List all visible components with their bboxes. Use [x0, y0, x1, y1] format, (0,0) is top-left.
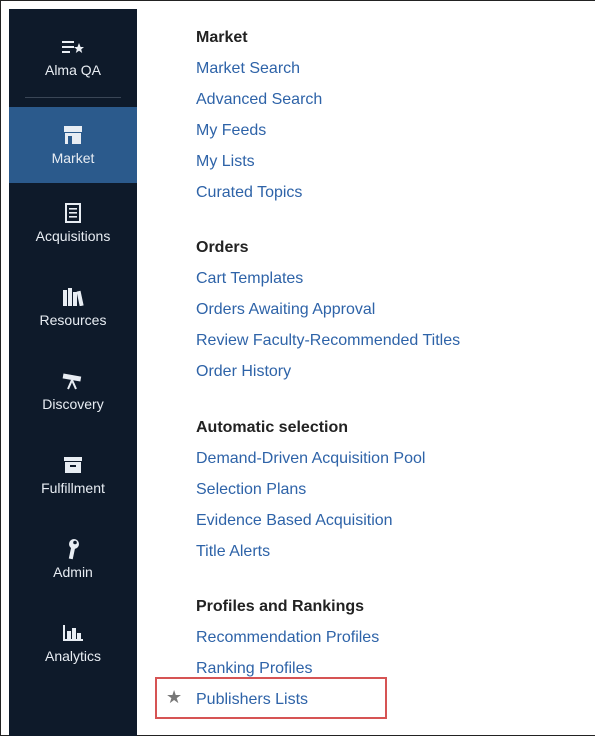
link-ranking-profiles[interactable]: Ranking Profiles [196, 660, 313, 678]
store-icon [63, 124, 83, 146]
section-title-automatic-selection: Automatic selection [196, 419, 349, 436]
main-sidebar: Alma QA Market Acquisitions Resources Di… [9, 9, 137, 736]
wrench-icon [66, 538, 80, 560]
app-name: Alma QA [44, 62, 101, 78]
sidebar-item-label: Admin [53, 564, 93, 580]
archive-box-icon [64, 454, 82, 476]
link-review-faculty-recommended-titles[interactable]: Review Faculty-Recommended Titles [196, 332, 460, 350]
sidebar-item-label: Acquisitions [35, 228, 111, 244]
link-my-lists[interactable]: My Lists [196, 153, 255, 171]
section-title-market: Market [196, 29, 248, 46]
link-my-feeds[interactable]: My Feeds [196, 122, 266, 140]
highlight-box [155, 677, 387, 719]
link-evidence-based-acquisition[interactable]: Evidence Based Acquisition [196, 512, 393, 530]
link-title-alerts[interactable]: Title Alerts [196, 543, 270, 561]
section-title-profiles-and-rankings: Profiles and Rankings [196, 598, 365, 615]
sidebar-item-admin[interactable]: Admin [9, 523, 137, 595]
sidebar-item-label: Discovery [42, 396, 104, 412]
ledger-icon [65, 202, 81, 224]
bar-chart-icon [63, 622, 83, 644]
link-recommendation-profiles[interactable]: Recommendation Profiles [196, 629, 379, 647]
link-advanced-search[interactable]: Advanced Search [196, 91, 322, 109]
sidebar-item-label: Fulfillment [41, 480, 105, 496]
sidebar-item-label: Analytics [44, 648, 102, 664]
sidebar-item-label: Market [51, 150, 95, 166]
sidebar-item-label: Resources [39, 312, 107, 328]
sidebar-item-resources[interactable]: Resources [9, 271, 137, 343]
sidebar-item-analytics[interactable]: Analytics [9, 607, 137, 679]
sidebar-item-market[interactable]: Market [9, 107, 137, 183]
section-title-orders: Orders [196, 239, 249, 256]
telescope-icon [61, 370, 85, 392]
app-header[interactable]: Alma QA [9, 21, 137, 93]
link-cart-templates[interactable]: Cart Templates [196, 270, 303, 288]
star-icon[interactable]: ★ [166, 687, 182, 708]
link-selection-plans[interactable]: Selection Plans [196, 481, 306, 499]
link-orders-awaiting-approval[interactable]: Orders Awaiting Approval [196, 301, 375, 319]
sidebar-item-discovery[interactable]: Discovery [9, 355, 137, 427]
link-demand-driven-acquisition-pool[interactable]: Demand-Driven Acquisition Pool [196, 450, 425, 468]
menu-star-icon [62, 36, 84, 58]
sidebar-item-acquisitions[interactable]: Acquisitions [9, 187, 137, 259]
books-icon [62, 286, 84, 308]
link-curated-topics[interactable]: Curated Topics [196, 184, 302, 202]
link-order-history[interactable]: Order History [196, 363, 291, 381]
sidebar-item-fulfillment[interactable]: Fulfillment [9, 439, 137, 511]
link-market-search[interactable]: Market Search [196, 60, 300, 78]
sidebar-divider [25, 97, 121, 98]
